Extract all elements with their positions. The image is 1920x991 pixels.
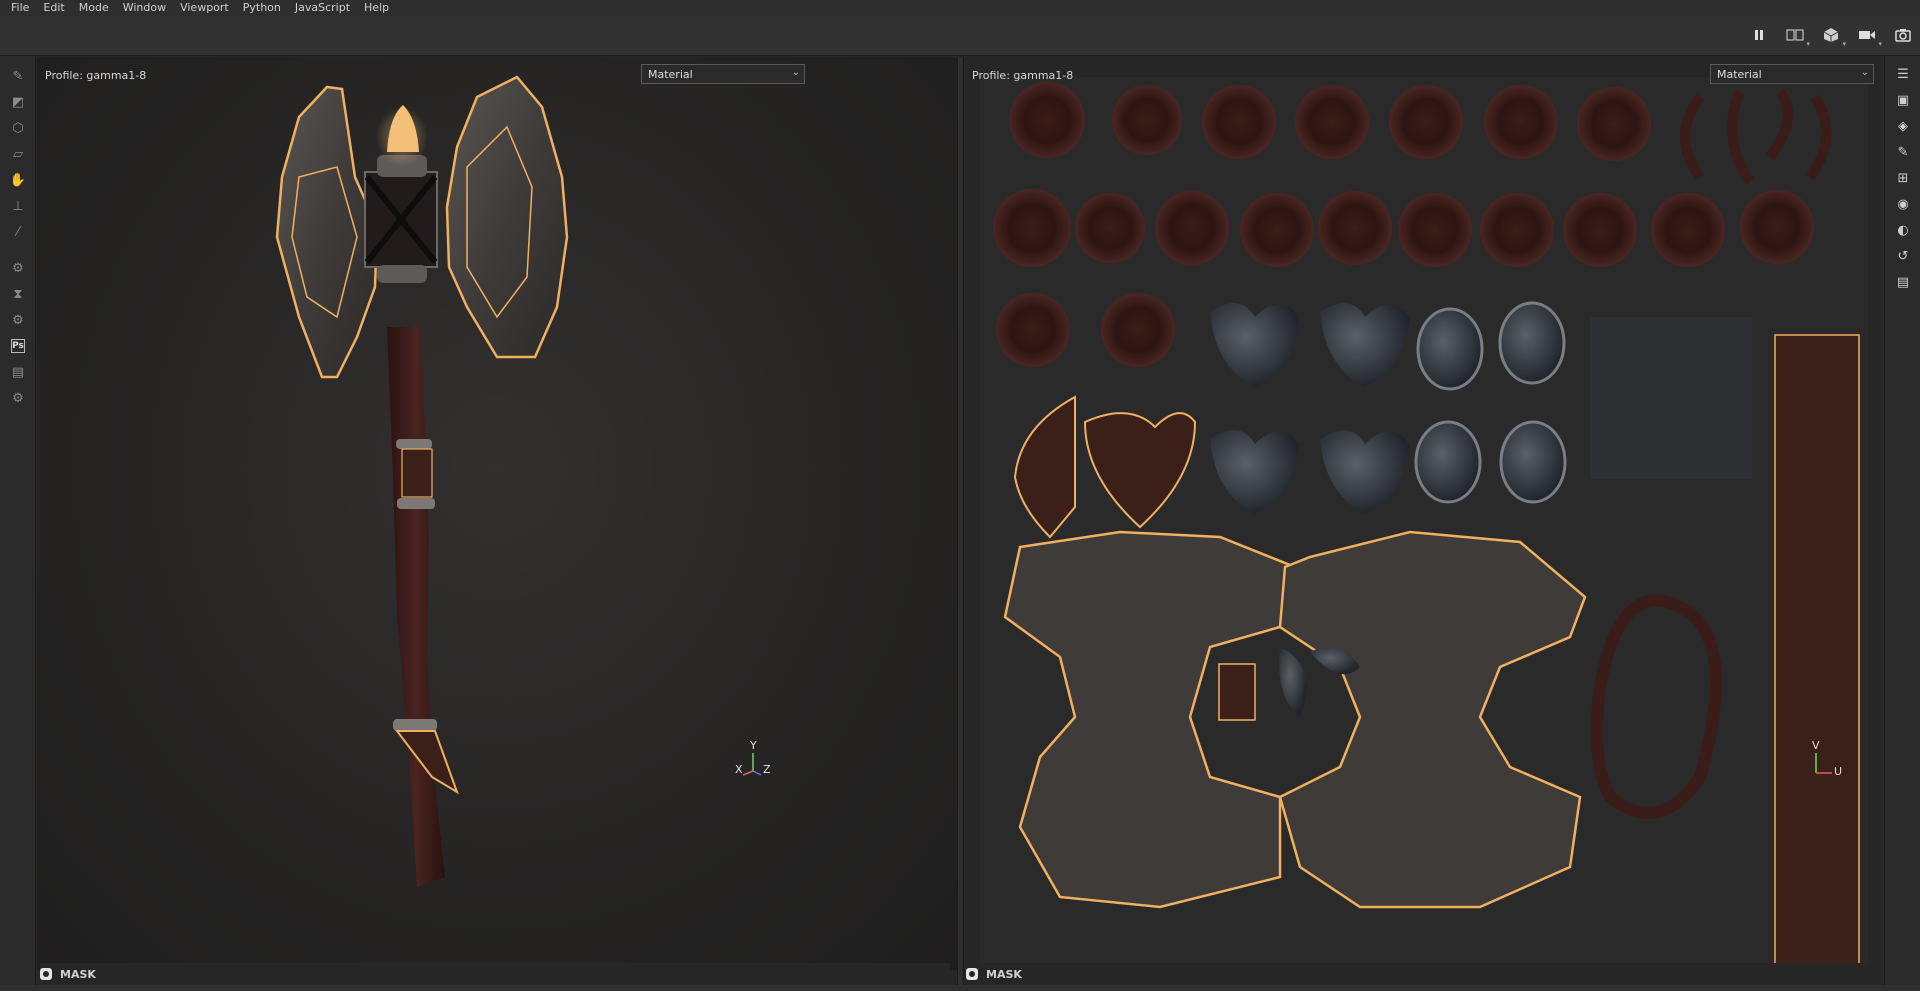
properties-icon[interactable]: ✎ [1893,142,1913,162]
uv-wood-discs-row-1 [1009,82,1651,161]
axis-z-label: Z [763,763,771,776]
menu-javascript[interactable]: JavaScript [288,0,357,16]
top-toolbar: ▾ ▾ ▾ [0,16,1920,56]
polygon-fill-icon[interactable]: ▱ [8,144,28,164]
viewport-3d[interactable]: Profile: gamma1-8 Material ⌄ Y X Z [37,57,957,970]
uv-rivets-patch [1590,317,1752,479]
uv-handle-strip [1774,334,1860,966]
right-panel-shelf: ☰ ▣ ◈ ✎ ⊞ ◉ ◐ ↺ ▤ [1884,56,1920,991]
shader-settings-icon[interactable]: ◐ [1893,220,1913,240]
display-settings-icon[interactable]: ⊞ [1893,168,1913,188]
photoshop-export-icon[interactable]: Ps [11,339,25,353]
color-picker-icon[interactable]: ⁄ [8,222,28,242]
axis-y-label: Y [750,739,757,752]
viewport-2d-profile: Profile: gamma1-8 [972,69,1074,82]
viewport-2d[interactable]: Profile: gamma1-8 Material ⌄ V U [964,57,1883,970]
axis-x-label: X [735,763,743,776]
eraser-icon[interactable]: ◩ [8,92,28,112]
axis-u-label: U [1834,765,1843,778]
smudge-icon[interactable]: ✋ [8,170,28,190]
camera-icon[interactable]: ▾ [1856,24,1882,48]
handle-ring-2 [397,498,435,509]
pause-icon[interactable] [1748,24,1770,46]
chevron-down-icon: ⌄ [791,67,800,78]
uv-metal-shields [1210,301,1567,514]
paint-brush-icon[interactable]: ✎ [8,66,28,86]
status-bar-2d: MASK [966,963,1876,985]
viewer-settings-icon[interactable]: ◉ [1893,194,1913,214]
plugin-icon[interactable]: ⚙ [8,388,28,408]
texture-set-settings-icon[interactable]: ▣ [1893,90,1913,110]
status-bar-3d: MASK [40,963,950,985]
uv-strap-loop [1590,594,1722,819]
menu-bar: File Edit Mode Window Viewport Python Ja… [0,0,1920,16]
menu-python[interactable]: Python [236,0,288,16]
uv-blade-shell-right [1278,530,1587,909]
left-tool-shelf: ✎ ◩ ⬡ ▱ ✋ ⊥ ⁄ ⚙ ⧗ ⚙ Ps ▤ ⚙ [0,56,36,991]
bottom-edge [0,985,1920,991]
cube-view-icon[interactable]: ▾ [1820,24,1846,48]
axe-3d-render [275,75,569,887]
axe-blade-right [445,75,569,359]
axis-gizmo-2d: V U [1806,739,1843,781]
handle-ring-1 [396,439,432,449]
history-icon[interactable]: ↺ [1893,246,1913,266]
split-view-icon[interactable]: ▾ [1784,24,1810,48]
menu-edit[interactable]: Edit [36,0,71,16]
bake-settings-icon[interactable]: ⚙ [8,258,28,278]
axe-bottom-collar [377,265,427,283]
hourglass-icon[interactable]: ⧗ [8,284,28,304]
mask-toggle-icon[interactable] [966,968,978,980]
viewport-splitter[interactable] [957,57,964,991]
menu-window[interactable]: Window [116,0,173,16]
texture-set-list-icon[interactable]: ☰ [1893,64,1913,84]
status-mask-label-2d: MASK [986,967,1022,981]
uv-texture-sheet [980,77,1868,970]
projection-icon[interactable]: ⬡ [8,118,28,138]
export-icon[interactable]: ▤ [8,362,28,382]
chevron-down-icon: ⌄ [1860,67,1869,78]
log-icon[interactable]: ▤ [1893,272,1913,292]
screenshot-icon[interactable] [1892,24,1914,46]
axe-handle [387,327,445,887]
status-mask-label-3d: MASK [60,967,96,981]
settings-icon[interactable]: ⚙ [8,310,28,330]
viewport-3d-material-select[interactable]: Material ⌄ [641,64,805,84]
menu-help[interactable]: Help [357,0,396,16]
menu-file[interactable]: File [4,0,36,16]
clone-stamp-icon[interactable]: ⊥ [8,196,28,216]
mask-toggle-icon[interactable] [40,968,52,980]
menu-mode[interactable]: Mode [72,0,116,16]
viewport-3d-material-value: Material [648,68,693,81]
handle-ring-3 [393,719,437,731]
uv-wood-discs-row-2 [993,189,1814,267]
menu-viewport[interactable]: Viewport [173,0,236,16]
axis-v-label: V [1812,739,1820,752]
viewport-2d-material-select[interactable]: Material ⌄ [1710,64,1874,84]
viewport-3d-profile: Profile: gamma1-8 [45,69,147,82]
viewport-2d-material-value: Material [1717,68,1762,81]
layers-icon[interactable]: ◈ [1893,116,1913,136]
axis-gizmo-3d: Y X Z [735,739,775,781]
